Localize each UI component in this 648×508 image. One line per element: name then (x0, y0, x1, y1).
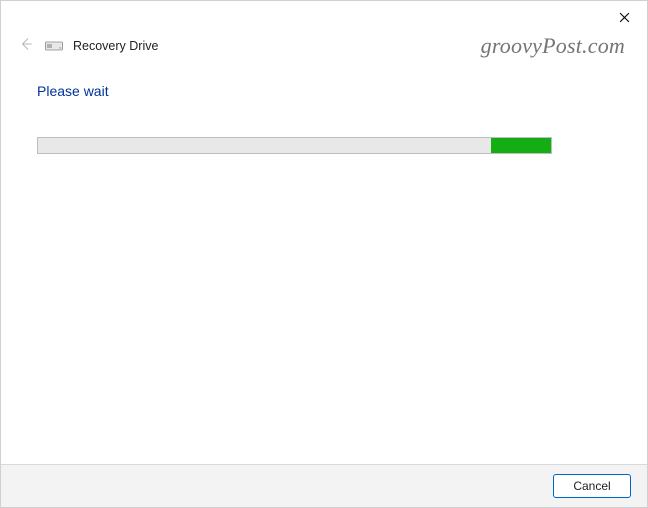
recovery-drive-dialog: Recovery Drive groovyPost.com Please wai… (0, 0, 648, 508)
close-icon (619, 10, 630, 28)
cancel-button[interactable]: Cancel (553, 474, 631, 498)
drive-icon (45, 40, 63, 52)
dialog-footer: Cancel (1, 464, 647, 507)
close-button[interactable] (607, 7, 641, 31)
please-wait-text: Please wait (37, 83, 611, 99)
back-button[interactable] (17, 37, 35, 55)
dialog-title: Recovery Drive (73, 39, 158, 53)
back-arrow-icon (19, 37, 33, 56)
dialog-content: Please wait (1, 65, 647, 464)
progress-bar (37, 137, 552, 154)
progress-container (37, 137, 611, 154)
dialog-header: Recovery Drive (1, 31, 647, 65)
titlebar (1, 1, 647, 31)
progress-indeterminate-block (491, 138, 551, 153)
